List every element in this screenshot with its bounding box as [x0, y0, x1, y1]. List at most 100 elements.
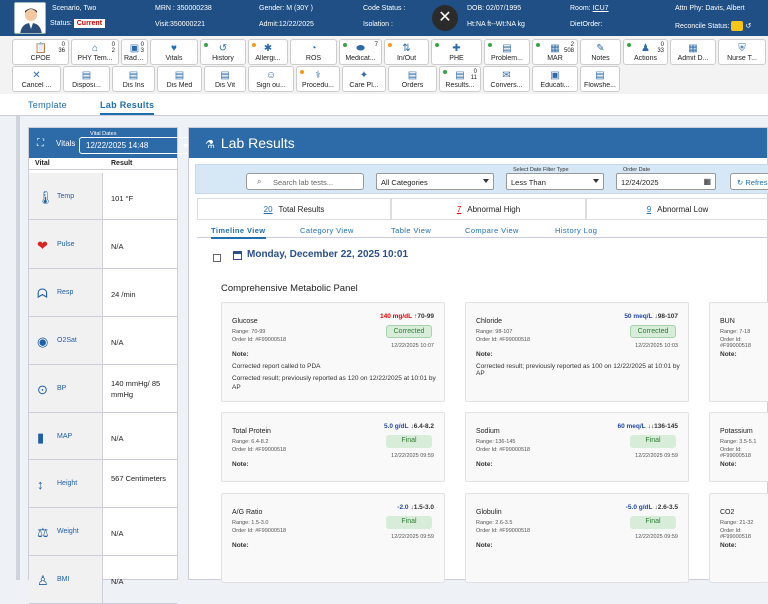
toolbar-button-signout[interactable]: ☺ Sign ou...: [248, 66, 294, 92]
results-summary: 20 Total Results 7 Abnormal High 9 Abnormal L…: [197, 198, 768, 220]
toolbar-button-results[interactable]: ▤ Results... 0 11: [439, 66, 481, 92]
lab-result-card[interactable]: Potassium Range: 3.5-5.1 Order Id: #F99000…: [709, 412, 768, 482]
toolbar-button-history[interactable]: ↺ History: [200, 39, 246, 65]
lab-result-card[interactable]: Total Protein Range: 6.4-8.2 Order Id: #F9…: [221, 412, 445, 482]
toolbar-button-disins[interactable]: ▤ Dis Ins: [112, 66, 155, 92]
vital-date-label: Vital Dates: [88, 131, 119, 137]
vital-date-value: 12/22/2025 14:48: [86, 141, 149, 150]
toolbar-button-dismed[interactable]: ▤ Dis Med: [157, 66, 202, 92]
toolbar-button-heart[interactable]: ♥ Vitals: [150, 39, 198, 65]
summary-abnormal-high[interactable]: 7 Abnormal High: [391, 198, 586, 220]
toolbar-button-admit[interactable]: ▦ Admit D...: [670, 39, 716, 65]
toolbar-button-radiology[interactable]: ▣Radiolo...03: [121, 39, 148, 65]
result-value-text: -5.0 g/dL: [625, 504, 653, 511]
toolbar-button-dispo[interactable]: ▤ Disposi...: [63, 66, 110, 92]
vital-value: N/A: [111, 338, 124, 347]
refresh-button[interactable]: ↻ Refresh: [730, 173, 768, 190]
toolbar-button-nurse[interactable]: ⛨ Nurse T...: [718, 39, 766, 65]
order-id: Order Id: #F99000518: [232, 337, 287, 343]
toolbar-button-label: Vitals: [165, 55, 183, 62]
result-value: -2.0 ↓1.5-3.0: [397, 504, 434, 511]
date-filter-select[interactable]: Select Date Filter Type Less Than: [506, 167, 604, 190]
note-label: Note:: [720, 351, 737, 358]
tab-lab-results[interactable]: Lab Results: [100, 100, 155, 115]
view-tab-table-view[interactable]: Table View: [391, 226, 431, 235]
toolbar-button-cancel[interactable]: ✕ Cancel ...: [12, 66, 61, 92]
toolbar-button-label: History: [212, 55, 234, 62]
vital-row-pulse: ❤ Pulse N/A: [29, 220, 177, 269]
refresh-label: Refresh: [745, 178, 768, 187]
toolbar-button-allergy[interactable]: ✱ Allergi...: [248, 39, 288, 65]
vital-name: BP: [57, 385, 67, 392]
weight-icon: ⚖: [37, 525, 49, 540]
toolbar-button-disvit[interactable]: ▤ Dis Vit: [204, 66, 246, 92]
toolbar-button-education[interactable]: ▣ Educati...: [532, 66, 578, 92]
calendar-icon[interactable]: ▦: [703, 177, 711, 186]
status-badge: Corrected: [630, 325, 676, 338]
view-tab-compare-view[interactable]: Compare View: [465, 226, 519, 235]
toolbar-button-orders[interactable]: ▤ Orders: [388, 66, 437, 92]
date-group-checkbox[interactable]: [213, 254, 221, 262]
lab-search-input[interactable]: ⌕ Search lab tests...: [246, 173, 364, 190]
vital-row-weight: ⚖ Weight N/A: [29, 508, 177, 556]
lab-result-card[interactable]: Sodium Range: 136-145 Order Id: #F99000518…: [465, 412, 689, 482]
lab-result-card[interactable]: Globulin Range: 2.6-3.5 Order Id: #F990005…: [465, 493, 689, 583]
toolbar-button-ros[interactable]: ◔ ROS: [290, 39, 337, 65]
view-tab-history-log[interactable]: History Log: [555, 226, 597, 235]
expand-icon[interactable]: ⛶: [37, 138, 44, 149]
view-tab-category-view[interactable]: Category View: [300, 226, 354, 235]
heart-icon: ♥: [171, 43, 177, 54]
admit-icon: ▦: [688, 43, 698, 54]
toolbar-button-label: Results...: [445, 82, 475, 89]
history-icon[interactable]: ↺: [745, 23, 751, 30]
module-toolbar: 📋CPOE036⌂PHY Tem...02▣Radiolo...03♥Vital…: [0, 36, 768, 94]
left-scrollbar[interactable]: [16, 116, 20, 580]
toolbar-button-careplan[interactable]: ✦ Care Pl...: [342, 66, 386, 92]
order-id: Order Id: #F99000518: [720, 528, 751, 540]
toolbar-button-phe[interactable]: ✚ PHE: [431, 39, 482, 65]
disvit-icon: ▤: [220, 70, 230, 81]
lab-result-card[interactable]: A/G Ratio Range: 1.5-3.0 Order Id: #F99000…: [221, 493, 445, 583]
tab-template[interactable]: Template: [28, 100, 67, 110]
toolbar-button-flowsheet[interactable]: ▤ Flowshe...: [580, 66, 620, 92]
toolbar-button-label: Dis Ins: [122, 82, 145, 89]
result-value: 50 meq/L ↓98-107: [624, 313, 678, 320]
lab-result-card[interactable]: CO2 Range: 21-32 Order Id: #F99000518 Note:: [709, 493, 768, 583]
lab-result-card[interactable]: Chloride Range: 98-107 Order Id: #F9900051…: [465, 302, 689, 402]
toolbar-button-actions[interactable]: ♟ Actions 0 33: [623, 39, 668, 65]
vital-date-select[interactable]: Vital Dates 12/22/2025 14:48: [79, 131, 195, 154]
toolbar-button-procedure[interactable]: ⚕ Procedu...: [296, 66, 340, 92]
search-placeholder: Search lab tests...: [273, 178, 334, 187]
lab-result-card[interactable]: Glucose Range: 70-99 Order Id: #F99000518 1…: [221, 302, 445, 402]
toolbar-button-inout[interactable]: ⇅ In/Out: [384, 39, 429, 65]
lab-filter-bar: ⌕ Search lab tests... All Categories Sel…: [195, 164, 768, 194]
close-button[interactable]: ✕: [432, 5, 458, 31]
toolbar-button-clipboard[interactable]: 📋 CPOE 0 36: [12, 39, 69, 65]
status-badge: Final: [630, 435, 676, 448]
toolbar-button-home[interactable]: ⌂ PHY Tem... 0 2: [71, 39, 119, 65]
lab-result-card[interactable]: BUN Range: 7-18 Order Id: #F99000518 Note:: [709, 302, 768, 402]
toolbar-button-problem[interactable]: ▤ Problem...: [484, 39, 530, 65]
bmi-icon: ♙: [37, 573, 49, 588]
summary-abnormal-low[interactable]: 9 Abnormal Low: [586, 198, 768, 220]
notes-icon: ✎: [596, 43, 605, 54]
toolbar-button-convers[interactable]: ✉ Convers...: [483, 66, 530, 92]
admit-date-label: Admit:12/22/2025: [259, 21, 314, 28]
reconcile-status-icon[interactable]: [731, 21, 744, 31]
test-name: Chloride: [476, 318, 503, 325]
mar-icon: ▦: [550, 43, 560, 54]
test-name: Potassium: [720, 428, 753, 435]
toolbar-button-label: Nurse T...: [727, 55, 757, 62]
toolbar-button-pill[interactable]: ⬬ Medicat... 7: [339, 39, 382, 65]
summary-label: Total Results: [278, 205, 325, 214]
toolbar-button-mar[interactable]: ▦ MAR 2 508: [532, 39, 578, 65]
view-tab-timeline-view[interactable]: Timeline View: [211, 226, 266, 239]
room-link[interactable]: ICU7: [593, 5, 609, 12]
order-id: Order Id: #F99000518: [232, 447, 287, 453]
category-select[interactable]: All Categories: [376, 173, 494, 190]
status-badge: Current: [73, 19, 106, 28]
toolbar-button-notes[interactable]: ✎ Notes: [580, 39, 621, 65]
summary-total-results[interactable]: 20 Total Results: [197, 198, 391, 220]
order-date-input[interactable]: Order Date 12/24/2025 ▦: [616, 167, 716, 190]
reconcile-status-label: Reconcile Status: ↺: [675, 21, 751, 31]
